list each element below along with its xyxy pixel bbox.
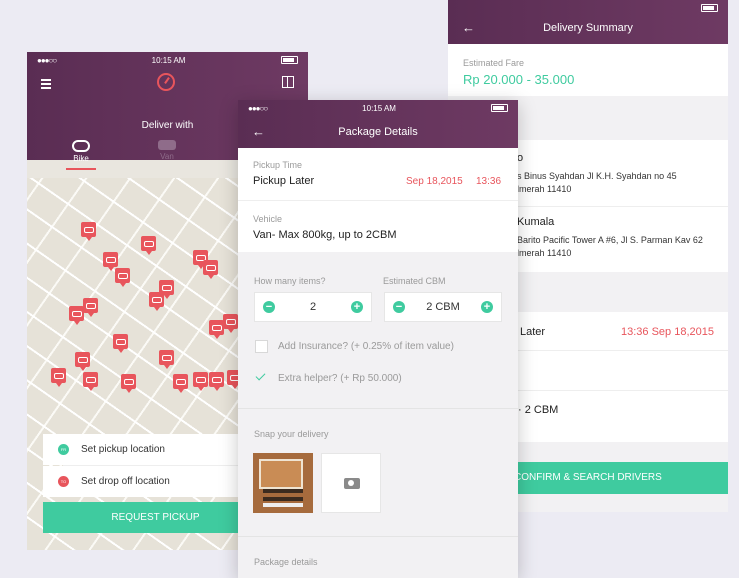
status-time: 10:15 AM — [151, 55, 186, 65]
request-pickup-button[interactable]: REQUEST PICKUP — [43, 502, 268, 533]
from-line2: lmerah 11410 — [517, 184, 572, 194]
items-label: How many items? — [254, 276, 326, 286]
dropoff-location-label: Set drop off location — [81, 476, 170, 487]
minus-icon[interactable]: − — [263, 301, 275, 313]
mode-active-indicator — [66, 168, 96, 170]
menu-icon[interactable] — [41, 79, 51, 91]
dropoff-location-field[interactable]: TO Set drop off location — [43, 466, 268, 497]
battery-icon — [490, 104, 508, 112]
insurance-label: Add Insurance? (+ 0.25% of item value) — [278, 341, 454, 352]
bike-pin-icon[interactable] — [83, 298, 98, 317]
from-line1: s Binus Syahdan Jl K.H. Syahdan no 45 — [517, 171, 677, 181]
status-bar: ●●●○○ 10:15 AM — [238, 100, 518, 116]
package-title: Package Details — [338, 126, 418, 138]
time-date: 13:36 Sep 18,2015 — [621, 326, 714, 338]
bike-pin-icon[interactable] — [75, 352, 90, 371]
app-logo-icon — [157, 73, 175, 91]
plus-icon[interactable]: + — [351, 301, 363, 313]
dropoff-marker-icon: TO — [58, 476, 69, 487]
camera-icon — [344, 478, 360, 489]
bike-pin-icon[interactable] — [173, 374, 188, 393]
camera-button[interactable] — [321, 453, 381, 513]
signal-icon: ●●●○○ — [37, 55, 57, 65]
divider — [238, 536, 518, 537]
pickup-vehicle-card: Pickup Time Pickup Later Sep 18,2015 13:… — [238, 148, 518, 252]
van-icon — [158, 140, 176, 150]
cbm-value: 2 CBM — [426, 301, 460, 313]
divider — [238, 408, 518, 409]
fare-label: Estimated Fare — [463, 58, 525, 68]
pickup-location-label: Set pickup location — [81, 444, 165, 455]
snap-label: Snap your delivery — [254, 429, 329, 439]
vehicle-label: Vehicle — [253, 214, 283, 224]
status-bar — [448, 0, 728, 16]
bike-pin-icon[interactable] — [103, 252, 118, 271]
package-header: ●●●○○ 10:15 AM ← Package Details — [238, 100, 518, 148]
mode-bike[interactable]: Bike — [51, 140, 111, 170]
bike-pin-icon[interactable] — [209, 320, 224, 339]
pickup-time-value[interactable]: Pickup Later — [253, 175, 314, 187]
pickup-date[interactable]: Sep 18,2015 — [406, 176, 463, 187]
bike-pin-icon[interactable] — [115, 268, 130, 287]
divider — [514, 390, 728, 391]
divider — [238, 200, 518, 201]
summary-title: Delivery Summary — [543, 22, 633, 34]
fare-card: Estimated Fare Rp 20.000 - 35.000 — [448, 44, 728, 96]
bike-icon — [72, 140, 90, 152]
bike-pin-icon[interactable] — [149, 292, 164, 311]
bike-pin-icon[interactable] — [83, 372, 98, 391]
pickup-location-field[interactable]: FR Set pickup location — [43, 434, 268, 465]
bike-pin-icon[interactable] — [113, 334, 128, 353]
bike-pin-icon[interactable] — [51, 368, 66, 387]
status-bar: ●●●○○ 10:15 AM — [27, 52, 308, 68]
bike-pin-icon[interactable] — [203, 260, 218, 279]
pickup-marker-icon: FR — [58, 444, 69, 455]
mode-van-label: Van — [160, 152, 174, 161]
bike-pin-icon[interactable] — [141, 236, 156, 255]
home-nav — [27, 68, 308, 98]
helper-label: Extra helper? (+ Rp 50.000) — [278, 373, 402, 384]
cbm-label: Estimated CBM — [383, 276, 446, 286]
vehicle-value[interactable]: Van- Max 800kg, up to 2CBM — [253, 229, 396, 241]
pickup-time-label: Pickup Time — [253, 160, 303, 170]
items-value: 2 — [309, 301, 317, 313]
bike-pin-icon[interactable] — [69, 306, 84, 325]
status-time: 10:15 AM — [362, 103, 396, 113]
bike-pin-icon[interactable] — [223, 314, 238, 333]
divider — [514, 206, 728, 207]
gift-icon[interactable] — [282, 76, 294, 88]
to-line1: Barito Pacific Tower A #6, Jl S. Parman … — [517, 235, 703, 245]
insurance-checkbox[interactable] — [255, 340, 268, 353]
package-screen: ●●●○○ 10:15 AM ← Package Details Pickup … — [238, 100, 518, 578]
fare-value: Rp 20.000 - 35.000 — [463, 72, 575, 87]
package-details-label: Package details — [254, 557, 318, 567]
battery-icon — [701, 4, 718, 12]
bike-pin-icon[interactable] — [121, 374, 136, 393]
divider — [514, 350, 728, 351]
bike-pin-icon[interactable] — [159, 350, 174, 369]
plus-icon[interactable]: + — [481, 301, 493, 313]
mode-van[interactable]: Van — [137, 140, 197, 161]
to-line2: lmerah 11410 — [517, 248, 572, 258]
signal-icon: ●●●○○ — [248, 103, 268, 113]
bike-pin-icon[interactable] — [193, 372, 208, 391]
items-stepper[interactable]: − 2 + — [254, 292, 372, 322]
helper-checkbox[interactable] — [255, 371, 268, 384]
pickup-clock[interactable]: 13:36 — [476, 176, 501, 187]
package-photo[interactable] — [253, 453, 313, 513]
cbm-value: · 2 CBM — [518, 404, 559, 416]
battery-icon — [280, 56, 298, 64]
cbm-stepper[interactable]: − 2 CBM + — [384, 292, 502, 322]
time-value: Later — [520, 326, 546, 338]
minus-icon[interactable]: − — [393, 301, 405, 313]
bike-pin-icon[interactable] — [81, 222, 96, 241]
mode-bike-label: Bike — [73, 154, 89, 163]
summary-header: ← Delivery Summary — [448, 0, 728, 44]
bike-pin-icon[interactable] — [209, 372, 224, 391]
to-name: Kumala — [517, 216, 555, 228]
